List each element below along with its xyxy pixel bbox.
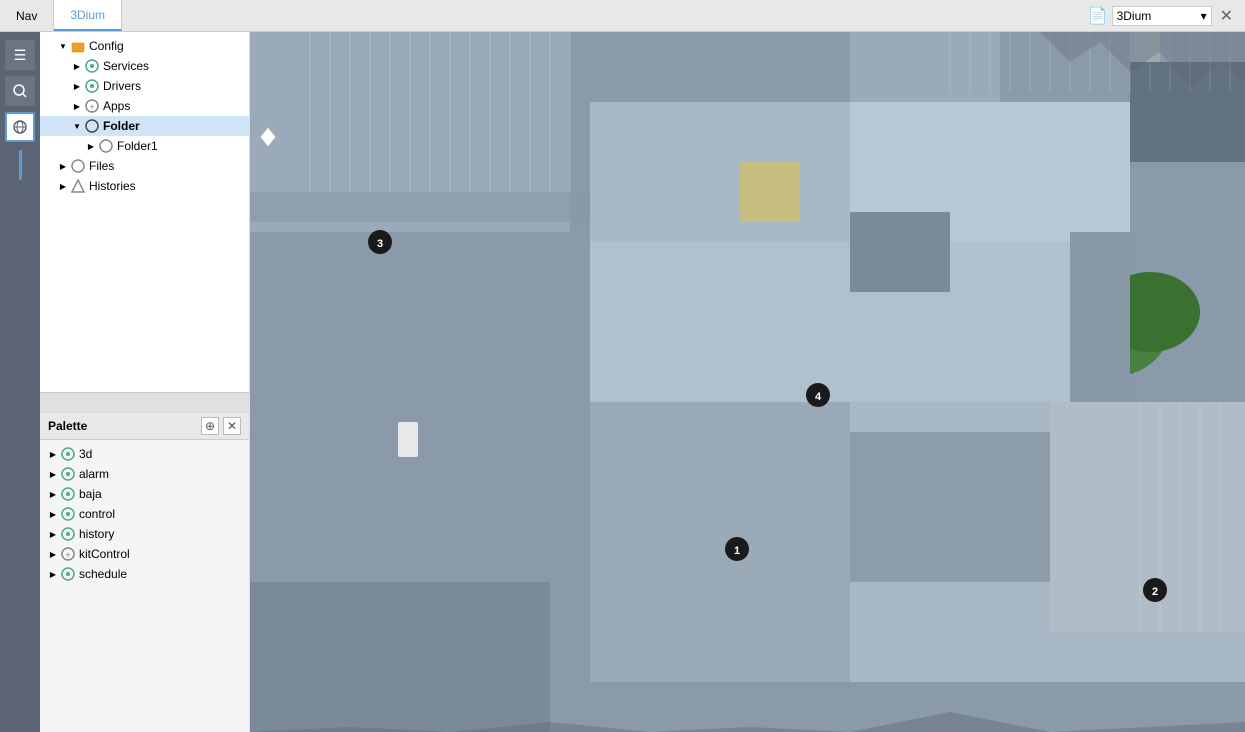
nav-tab[interactable]: Nav bbox=[0, 0, 54, 31]
palette-item-schedule[interactable]: ▶ schedule bbox=[40, 564, 249, 584]
palette-arrow-history: ▶ bbox=[46, 527, 60, 541]
tree-item-apps[interactable]: ▶ + Apps bbox=[40, 96, 249, 116]
palette-icon-baja bbox=[60, 486, 76, 502]
aerial-map: 3 4 1 2 bbox=[250, 32, 1245, 732]
chevron-down-icon: ▾ bbox=[1201, 9, 1207, 23]
menu-button[interactable]: ☰ bbox=[5, 40, 35, 70]
palette-add-button[interactable]: ⊕ bbox=[201, 417, 219, 435]
palette-icon-3d bbox=[60, 446, 76, 462]
palette-item-3d[interactable]: ▶ 3d bbox=[40, 444, 249, 464]
svg-text:3: 3 bbox=[377, 238, 383, 250]
tree-item-histories[interactable]: ▶ Histories bbox=[40, 176, 249, 196]
palette-label-3d: 3d bbox=[79, 447, 92, 461]
nav-tree: ▼ Config ▶ bbox=[40, 32, 249, 392]
folder-node-icon bbox=[84, 118, 100, 134]
tree-item-files[interactable]: ▶ Files bbox=[40, 156, 249, 176]
palette-tree: ▶ 3d ▶ bbox=[40, 440, 249, 588]
tree-label-folder: Folder bbox=[103, 119, 140, 133]
nav-panel: ▼ Config ▶ bbox=[40, 32, 250, 392]
svg-text:+: + bbox=[89, 102, 94, 112]
palette-title: Palette bbox=[48, 419, 87, 433]
palette-arrow-kitcontrol: ▶ bbox=[46, 547, 60, 561]
palette-header-icons: ⊕ ✕ bbox=[201, 417, 241, 435]
palette-item-control[interactable]: ▶ control bbox=[40, 504, 249, 524]
palette-item-alarm[interactable]: ▶ alarm bbox=[40, 464, 249, 484]
palette-label-history: history bbox=[79, 527, 114, 541]
expand-arrow-drivers: ▶ bbox=[70, 79, 84, 93]
palette-label-schedule: schedule bbox=[79, 567, 127, 581]
tree-label-files: Files bbox=[89, 159, 114, 173]
files-icon bbox=[70, 158, 86, 174]
tree-item-folder[interactable]: ▼ Folder bbox=[40, 116, 249, 136]
palette-icon-schedule bbox=[60, 566, 76, 582]
active-indicator bbox=[19, 150, 22, 180]
globe-button[interactable] bbox=[5, 112, 35, 142]
palette-icon-kitcontrol: + bbox=[60, 546, 76, 562]
services-icon bbox=[84, 58, 100, 74]
palette-close-button[interactable]: ✕ bbox=[223, 417, 241, 435]
tree-label-drivers: Drivers bbox=[103, 79, 141, 93]
palette-arrow-control: ▶ bbox=[46, 507, 60, 521]
expand-arrow-histories: ▶ bbox=[56, 179, 70, 193]
expand-arrow-services: ▶ bbox=[70, 59, 84, 73]
apps-icon: + bbox=[84, 98, 100, 114]
histories-icon bbox=[70, 178, 86, 194]
folder-icon bbox=[70, 38, 86, 54]
workspace-dropdown[interactable]: 3Dium ▾ bbox=[1112, 6, 1212, 26]
tree-label-folder1: Folder1 bbox=[117, 139, 158, 153]
palette-arrow-baja: ▶ bbox=[46, 487, 60, 501]
svg-text:+: + bbox=[65, 550, 70, 560]
tree-label-services: Services bbox=[103, 59, 149, 73]
expand-arrow-folder: ▼ bbox=[70, 119, 84, 133]
search-button[interactable] bbox=[5, 76, 35, 106]
expand-arrow-apps: ▶ bbox=[70, 99, 84, 113]
palette-item-history[interactable]: ▶ history bbox=[40, 524, 249, 544]
tree-item-services[interactable]: ▶ Services bbox=[40, 56, 249, 76]
palette-panel: Palette ⊕ ✕ ▶ bbox=[40, 412, 250, 732]
left-column: ▼ Config ▶ bbox=[40, 32, 250, 732]
nav-scrollbar[interactable] bbox=[40, 392, 250, 412]
tree-label-config: Config bbox=[89, 39, 124, 53]
map-area[interactable]: 3 4 1 2 bbox=[250, 32, 1245, 732]
palette-header: Palette ⊕ ✕ bbox=[40, 413, 249, 440]
expand-arrow-folder1: ▶ bbox=[84, 139, 98, 153]
sidebar-icons: ☰ bbox=[0, 32, 40, 732]
workspace-controls: 📄 3Dium ▾ ✕ bbox=[1088, 4, 1245, 28]
expand-arrow-config: ▼ bbox=[56, 39, 70, 53]
tree-item-drivers[interactable]: ▶ Drivers bbox=[40, 76, 249, 96]
svg-text:2: 2 bbox=[1152, 586, 1158, 598]
tree-label-apps: Apps bbox=[103, 99, 130, 113]
svg-text:1: 1 bbox=[734, 545, 740, 557]
palette-label-control: control bbox=[79, 507, 115, 521]
tree-item-config[interactable]: ▼ Config bbox=[40, 36, 249, 56]
palette-icon-history bbox=[60, 526, 76, 542]
expand-arrow-files: ▶ bbox=[56, 159, 70, 173]
drivers-icon bbox=[84, 78, 100, 94]
palette-label-alarm: alarm bbox=[79, 467, 109, 481]
palette-label-baja: baja bbox=[79, 487, 102, 501]
tree-label-histories: Histories bbox=[89, 179, 136, 193]
palette-icon-alarm bbox=[60, 466, 76, 482]
folder1-icon bbox=[98, 138, 114, 154]
palette-label-kitcontrol: kitControl bbox=[79, 547, 130, 561]
page-icon: 📄 bbox=[1088, 6, 1108, 26]
palette-item-kitcontrol[interactable]: ▶ + kitControl bbox=[40, 544, 249, 564]
palette-arrow-3d: ▶ bbox=[46, 447, 60, 461]
palette-item-baja[interactable]: ▶ baja bbox=[40, 484, 249, 504]
palette-arrow-schedule: ▶ bbox=[46, 567, 60, 581]
top-bar: Nav 3Dium 📄 3Dium ▾ ✕ bbox=[0, 0, 1245, 32]
palette-arrow-alarm: ▶ bbox=[46, 467, 60, 481]
close-button[interactable]: ✕ bbox=[1216, 4, 1237, 28]
palette-icon-control bbox=[60, 506, 76, 522]
svg-text:4: 4 bbox=[815, 391, 822, 403]
main-layout: ☰ ▼ bbox=[0, 32, 1245, 732]
main-tab[interactable]: 3Dium bbox=[54, 0, 122, 31]
tree-item-folder1[interactable]: ▶ Folder1 bbox=[40, 136, 249, 156]
